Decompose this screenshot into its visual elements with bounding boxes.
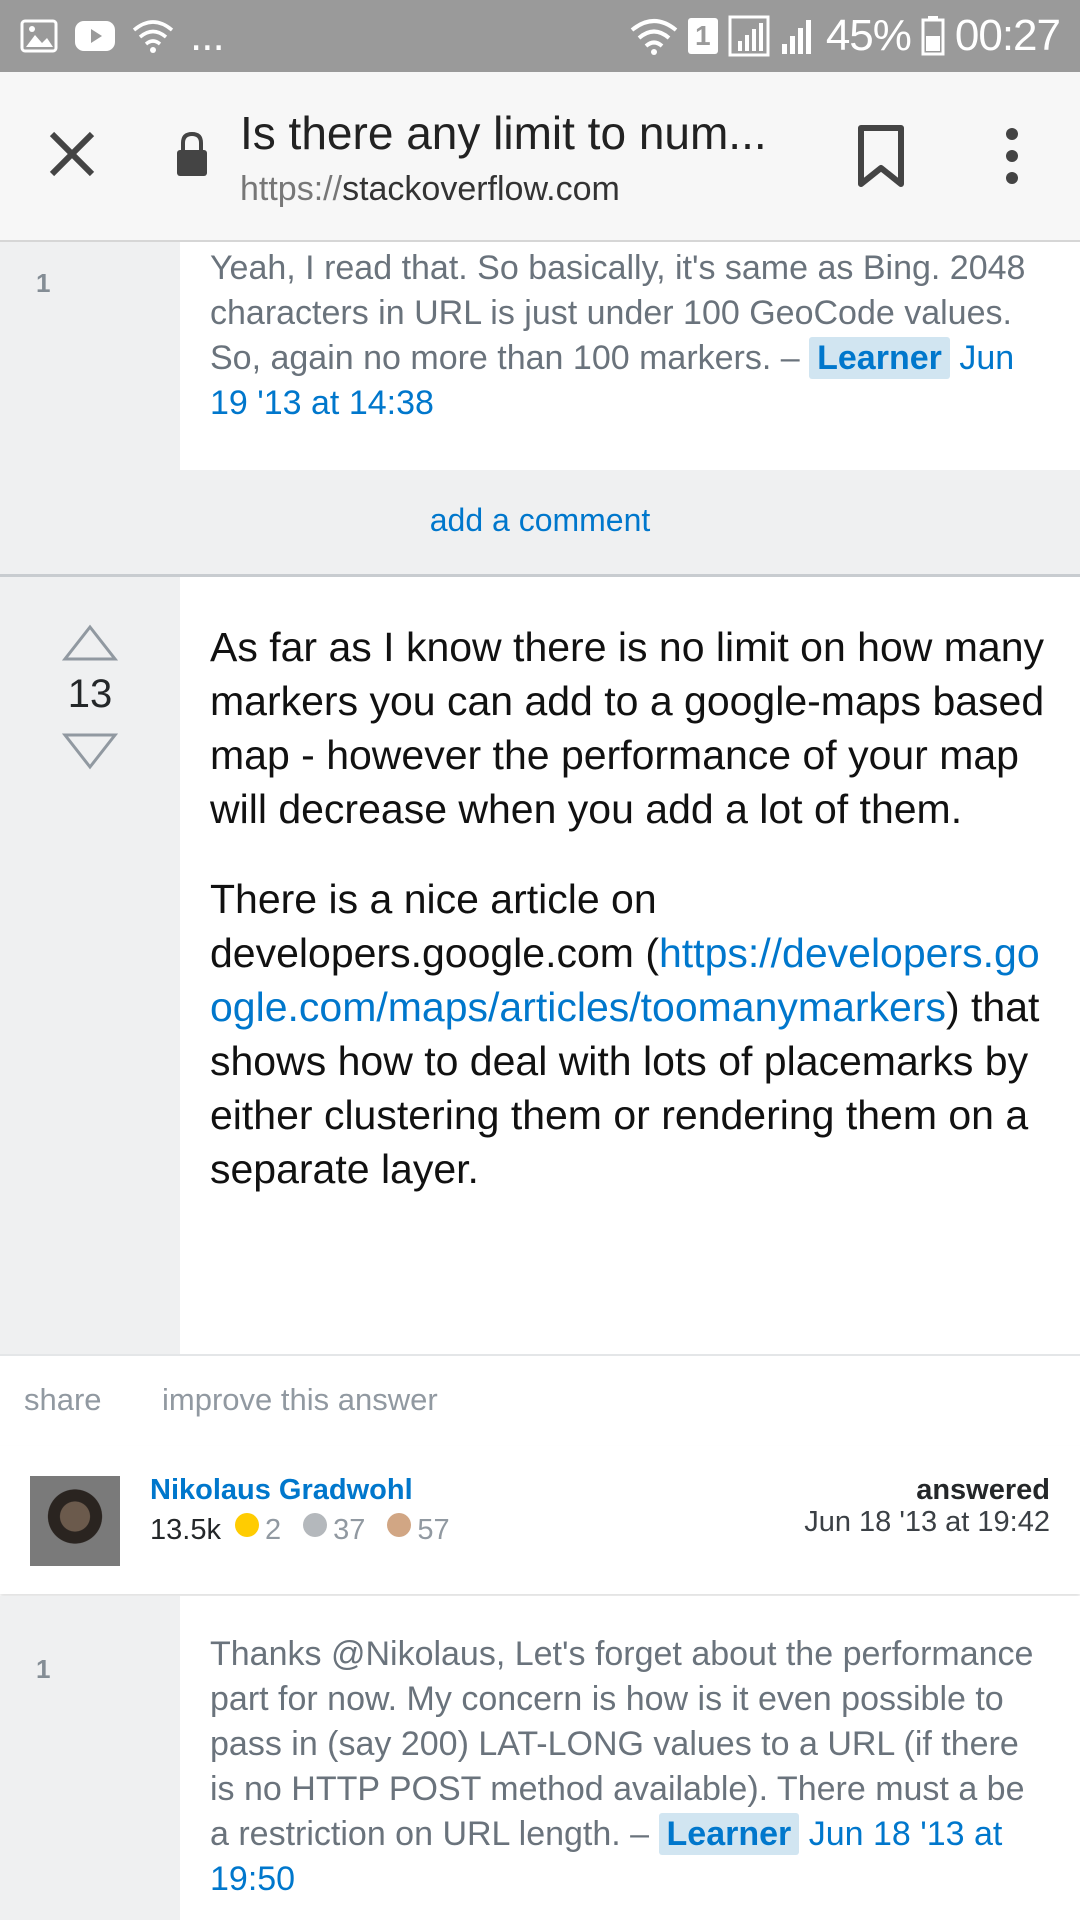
url-scheme: https:// [240, 170, 343, 208]
signal-icon [781, 20, 811, 54]
add-comment-row: add a comment [0, 470, 1080, 577]
bronze-badge-icon [387, 1512, 412, 1537]
comment-gutter [0, 242, 180, 470]
close-icon[interactable] [42, 124, 102, 184]
bookmark-icon[interactable] [856, 124, 906, 188]
user-name-link[interactable]: Nikolaus Gradwohl [150, 1474, 413, 1507]
answer-paragraph: As far as I know there is no limit on ho… [210, 624, 1045, 832]
status-left: ... [20, 11, 225, 60]
share-link[interactable]: share [24, 1382, 102, 1418]
lock-icon [177, 131, 207, 176]
comment-user-link[interactable]: Learner [658, 1813, 800, 1855]
reputation-score: 13.5k [150, 1514, 221, 1546]
answer-paragraph: There is a nice article on developers.go… [210, 872, 1060, 1196]
user-reputation: 13.5k 2 37 57 [150, 1512, 450, 1547]
comment-score: 1 [36, 1654, 51, 1684]
answered-label: answered [916, 1474, 1050, 1506]
status-bar: ... 1 45% 00:27 [0, 0, 1080, 72]
answer-body: As far as I know there is no limit on ho… [210, 620, 1060, 1232]
comment: 1 Yeah, I read that. So basically, it's … [0, 242, 1080, 470]
gold-badge-icon [234, 1512, 259, 1537]
clock: 00:27 [954, 11, 1061, 60]
comment-text: Thanks @Nikolaus, Let's forget about the… [210, 1632, 1040, 1902]
sim-badge: 1 [687, 18, 718, 54]
comment-user-link[interactable]: Learner [809, 337, 950, 379]
bronze-badge-count: 57 [417, 1514, 450, 1546]
status-right: 1 45% 00:27 [630, 10, 1061, 62]
comment-text: Yeah, I read that. So basically, it's sa… [210, 246, 1040, 426]
youtube-icon [75, 21, 115, 51]
more-vert-icon[interactable] [992, 124, 1032, 188]
image-icon [20, 19, 58, 53]
add-comment-link[interactable]: add a comment [0, 502, 1080, 539]
vote-count: 13 [67, 672, 113, 716]
wifi-icon [630, 19, 678, 55]
silver-badge-icon [303, 1512, 328, 1537]
answer-text: There is a nice article on developers.go… [210, 876, 659, 976]
comment-gutter [0, 1596, 180, 1920]
browser-toolbar: Is there any limit to num... https://sta… [0, 72, 1080, 242]
page-url[interactable]: https://stackoverflow.com [240, 170, 620, 209]
silver-badge-count: 37 [333, 1514, 366, 1546]
signal-icon [728, 15, 770, 57]
answered-date[interactable]: Jun 18 '13 at 19:42 [804, 1506, 1050, 1539]
upvote-icon[interactable] [62, 624, 118, 662]
downvote-icon[interactable] [62, 732, 118, 770]
battery-percent: 45% [825, 11, 912, 60]
improve-answer-link[interactable]: improve this answer [162, 1382, 438, 1418]
comment-score: 1 [36, 268, 51, 298]
status-more-dots: ... [190, 11, 225, 60]
battery-icon [921, 16, 945, 56]
user-card: Nikolaus Gradwohl 13.5k 2 37 57 answered… [0, 1446, 1080, 1594]
wifi-icon [132, 20, 174, 53]
url-domain: stackoverflow.com [342, 170, 620, 208]
comment: 1 Thanks @Nikolaus, Let's forget about t… [0, 1596, 1080, 1920]
page-title[interactable]: Is there any limit to num... [240, 106, 800, 160]
gold-badge-count: 2 [264, 1514, 282, 1546]
avatar[interactable] [30, 1476, 120, 1566]
answer-actions: share improve this answer [0, 1354, 1080, 1448]
